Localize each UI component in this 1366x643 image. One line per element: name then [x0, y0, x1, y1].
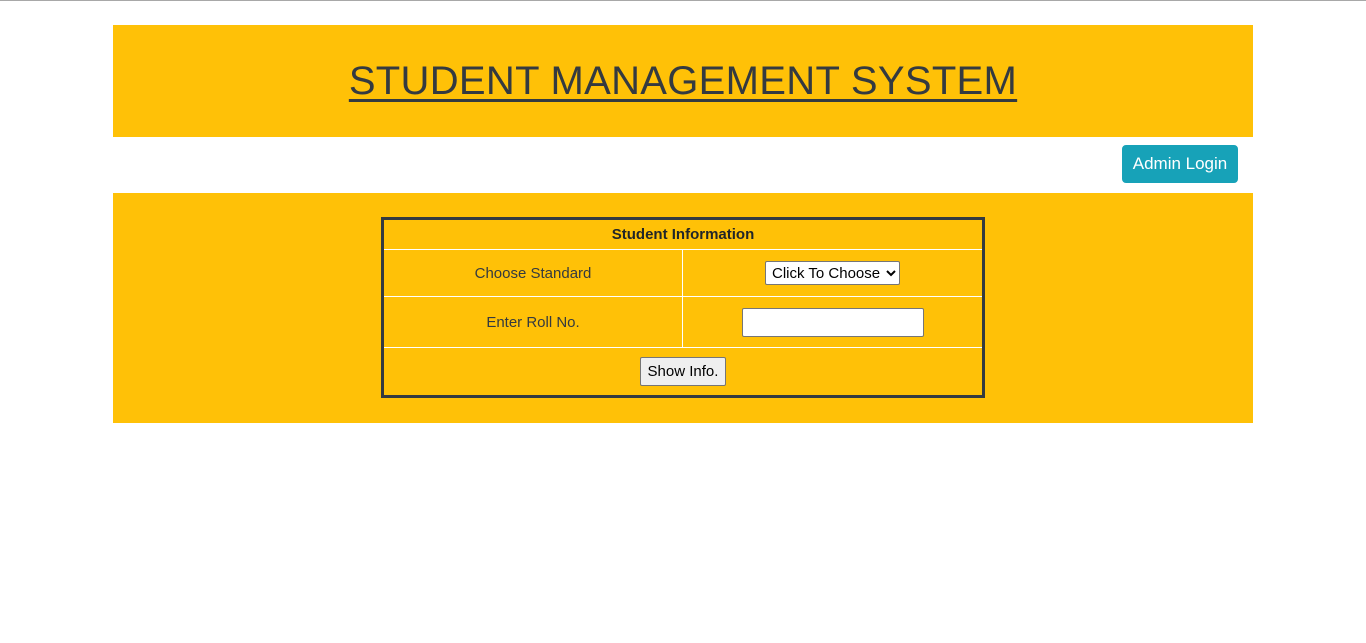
roll-label: Enter Roll No. — [486, 313, 580, 331]
action-cell: Show Info. — [384, 348, 982, 395]
standard-label: Choose Standard — [474, 264, 592, 282]
roll-input-cell — [683, 297, 982, 347]
standard-select[interactable]: Click To Choose — [765, 261, 900, 285]
student-info-table: Student Information Choose Standard Clic… — [381, 217, 985, 398]
section-title: Student Information — [611, 226, 755, 243]
roll-row: Enter Roll No. — [384, 297, 982, 348]
form-section: Student Information Choose Standard Clic… — [113, 193, 1253, 423]
show-info-button[interactable]: Show Info. — [639, 357, 727, 386]
page-title: STUDENT MANAGEMENT SYSTEM — [348, 58, 1018, 103]
browser-top-divider — [0, 0, 1366, 1]
header-banner: STUDENT MANAGEMENT SYSTEM — [113, 25, 1253, 137]
table-header-cell: Student Information — [384, 220, 982, 249]
admin-login-button[interactable]: Admin Login — [1122, 145, 1238, 183]
action-row: Show Info. — [384, 348, 982, 395]
table-header-row: Student Information — [384, 220, 982, 250]
roll-number-input[interactable] — [741, 307, 924, 337]
standard-row: Choose Standard Click To Choose — [384, 250, 982, 297]
standard-label-cell: Choose Standard — [384, 250, 683, 296]
roll-label-cell: Enter Roll No. — [384, 297, 683, 347]
standard-input-cell: Click To Choose — [683, 250, 982, 296]
